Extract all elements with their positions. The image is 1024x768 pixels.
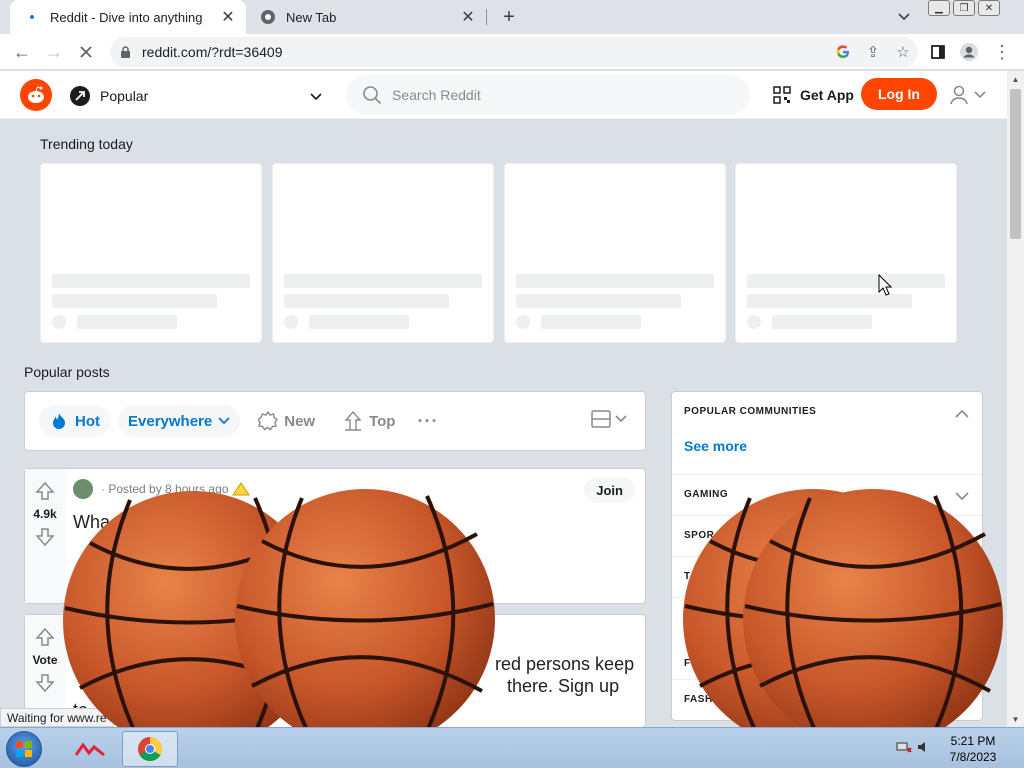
stop-loading-button[interactable] xyxy=(74,40,98,64)
basketball-image xyxy=(232,486,498,752)
layout-selector[interactable] xyxy=(591,410,627,428)
google-icon[interactable] xyxy=(828,40,858,64)
system-tray[interactable] xyxy=(896,740,936,756)
upvote-icon[interactable] xyxy=(33,625,57,649)
network-icon xyxy=(896,742,912,753)
sort-top-button[interactable]: Top xyxy=(333,405,405,437)
chevron-down-icon xyxy=(218,417,230,425)
clock-date: 7/8/2023 xyxy=(949,750,997,764)
close-tab-icon[interactable]: ✕ xyxy=(456,5,480,29)
card-layout-icon xyxy=(591,410,611,428)
browser-tabbar: Reddit - Dive into anything ✕ New Tab ✕ … xyxy=(0,0,1024,34)
scroll-up-arrow-icon[interactable]: ▲ xyxy=(1007,71,1024,87)
location-filter-button[interactable]: Everywhere xyxy=(118,405,241,437)
top-chart-icon xyxy=(343,411,363,431)
chevron-down-icon xyxy=(974,91,986,99)
post-title-line[interactable]: there. Sign up xyxy=(507,675,619,697)
trending-card[interactable] xyxy=(40,163,262,343)
vote-count: 4.9k xyxy=(33,507,57,521)
windows-taskbar: 5:21 PM 7/8/2023 xyxy=(0,727,1024,768)
trending-card[interactable] xyxy=(272,163,494,343)
system-clock[interactable]: 5:21 PM 7/8/2023 xyxy=(940,733,1006,765)
browser-toolbar: ← → reddit.com/?rdt=36409 ⇪ ☆ ⋮ xyxy=(0,34,1024,70)
reddit-header: Popular Search Reddit Get App Log In xyxy=(0,71,1007,119)
close-tab-icon[interactable]: ✕ xyxy=(216,5,240,29)
taskbar-app[interactable] xyxy=(62,731,118,767)
tab-newtab[interactable]: New Tab ✕ xyxy=(248,0,486,34)
profile-icon[interactable] xyxy=(957,40,981,64)
mouse-cursor-icon xyxy=(878,274,892,296)
loading-icon xyxy=(24,9,40,25)
vote-column: 4.9k xyxy=(25,469,65,603)
search-input[interactable]: Search Reddit xyxy=(346,75,750,115)
sort-hot-button[interactable]: Hot xyxy=(39,405,110,437)
reddit-logo-icon[interactable] xyxy=(20,79,52,111)
chevron-up-icon[interactable] xyxy=(954,406,970,422)
upvote-icon[interactable] xyxy=(33,479,57,503)
more-options-icon[interactable]: ··· xyxy=(417,411,438,432)
popular-posts-heading: Popular posts xyxy=(24,364,110,380)
windows-logo-icon xyxy=(16,741,32,757)
trending-card[interactable] xyxy=(735,163,957,343)
scroll-down-arrow-icon[interactable]: ▼ xyxy=(1007,711,1024,727)
user-icon xyxy=(950,85,968,105)
bookmark-star-icon[interactable]: ☆ xyxy=(888,40,918,64)
sparkle-badge-icon xyxy=(258,411,279,431)
vote-label: Vote xyxy=(32,653,58,667)
share-icon[interactable]: ⇪ xyxy=(858,40,888,64)
new-tab-button[interactable]: + xyxy=(497,5,521,29)
sort-new-button[interactable]: New xyxy=(248,405,325,437)
sidepanel-icon[interactable] xyxy=(926,40,950,64)
trending-card[interactable] xyxy=(504,163,726,343)
flame-icon xyxy=(49,411,69,431)
scrollbar-thumb[interactable] xyxy=(1010,89,1021,239)
window-controls: ▁ ❐ ✕ xyxy=(928,0,1018,18)
chevron-down-icon[interactable] xyxy=(893,6,915,28)
downvote-icon[interactable] xyxy=(33,671,57,695)
url-text: reddit.com/?rdt=36409 xyxy=(142,44,283,60)
join-button[interactable]: Join xyxy=(584,477,635,503)
see-more-link[interactable]: See more xyxy=(684,438,747,454)
tab-divider xyxy=(486,9,487,25)
login-button[interactable]: Log In xyxy=(861,78,937,110)
page-scrollbar[interactable]: ▲ ▼ xyxy=(1007,71,1024,727)
address-bar[interactable]: reddit.com/?rdt=36409 ⇪ ☆ xyxy=(110,37,918,67)
post-title-line[interactable]: red persons keep xyxy=(495,653,634,675)
qr-code-icon xyxy=(772,85,792,105)
menu-kebab-icon[interactable]: ⋮ xyxy=(990,40,1014,64)
lock-icon xyxy=(120,45,134,59)
close-window-button[interactable]: ✕ xyxy=(978,0,1000,16)
downvote-icon[interactable] xyxy=(33,525,57,549)
chrome-icon xyxy=(260,9,276,25)
chrome-icon xyxy=(138,737,163,762)
app-logo-icon xyxy=(75,742,105,757)
tab-reddit[interactable]: Reddit - Dive into anything ✕ xyxy=(10,0,246,34)
minimize-button[interactable]: ▁ xyxy=(928,0,950,16)
popular-arrow-icon xyxy=(70,86,90,106)
get-app-label: Get App xyxy=(800,87,854,103)
volume-icon xyxy=(918,742,926,752)
back-button[interactable]: ← xyxy=(10,40,34,64)
user-menu[interactable] xyxy=(948,83,988,107)
start-button[interactable] xyxy=(6,731,42,767)
taskbar-chrome[interactable] xyxy=(122,731,178,767)
tab-title: New Tab xyxy=(286,9,337,25)
tab-title: Reddit - Dive into anything xyxy=(50,9,203,25)
forward-button[interactable]: → xyxy=(42,40,66,64)
chevron-down-icon xyxy=(615,415,627,423)
trending-heading: Trending today xyxy=(40,136,133,152)
chevron-down-icon xyxy=(310,88,322,104)
clock-time: 5:21 PM xyxy=(950,734,996,748)
search-icon xyxy=(362,85,382,105)
restore-button[interactable]: ❐ xyxy=(953,0,975,16)
basketball-image xyxy=(740,486,1006,752)
sort-bar: Hot Everywhere New Top ··· xyxy=(24,391,646,451)
popular-communities-heading: POPULAR COMMUNITIES xyxy=(684,406,817,417)
get-app-button[interactable]: Get App xyxy=(772,83,854,107)
search-placeholder: Search Reddit xyxy=(392,87,481,103)
feed-selector[interactable]: Popular xyxy=(70,83,322,109)
feed-label: Popular xyxy=(100,88,149,104)
